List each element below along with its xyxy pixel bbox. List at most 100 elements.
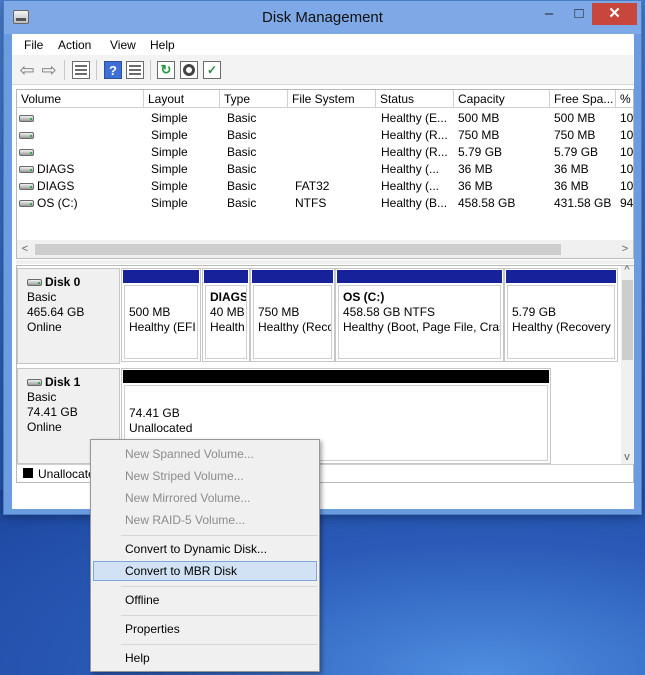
- horizontal-scroll-thumb[interactable]: [35, 244, 561, 255]
- cell-free-space: 500 MB: [554, 111, 596, 125]
- cell-volume: [37, 127, 142, 144]
- vertical-scroll-thumb[interactable]: [622, 280, 633, 360]
- menu-item-new-raid5-volume[interactable]: New RAID-5 Volume...: [93, 510, 317, 530]
- cell-percent-free: 100: [620, 179, 633, 193]
- pane-splitter[interactable]: [16, 260, 634, 264]
- menu-view[interactable]: View: [110, 38, 136, 52]
- menu-item-offline[interactable]: Offline: [93, 590, 317, 610]
- partition-status: Healthy (EFI: [129, 320, 196, 334]
- partition[interactable]: DIAGS 40 MB Health: [202, 268, 250, 362]
- column-capacity[interactable]: Capacity: [454, 90, 550, 108]
- menu-help[interactable]: Help: [150, 38, 175, 52]
- menu-file[interactable]: File: [24, 38, 43, 52]
- partition[interactable]: 750 MB Healthy (Reco: [250, 268, 335, 362]
- toolbar-separator: [150, 60, 151, 80]
- table-row[interactable]: DIAGS Simple Basic FAT32 Healthy (... 36…: [17, 178, 633, 195]
- column-free-space[interactable]: Free Spa...: [550, 90, 616, 108]
- cell-status: Healthy (B...: [381, 196, 448, 210]
- legend-swatch-unallocated: [23, 468, 33, 478]
- menu-separator: [121, 644, 317, 645]
- disk-size: 74.41 GB: [27, 405, 78, 419]
- menu-item-new-striped-volume[interactable]: New Striped Volume...: [93, 466, 317, 486]
- scroll-left-icon[interactable]: <: [17, 240, 33, 258]
- menu-item-properties[interactable]: Properties: [93, 619, 317, 639]
- partition-bar: [337, 270, 502, 283]
- column-percent-free[interactable]: % F: [616, 90, 633, 108]
- cell-free-space: 5.79 GB: [554, 145, 599, 159]
- column-status[interactable]: Status: [376, 90, 454, 108]
- menu-item-new-spanned-volume[interactable]: New Spanned Volume...: [93, 444, 317, 464]
- partition-body: DIAGS 40 MB Health: [205, 285, 247, 359]
- partition[interactable]: 5.79 GB Healthy (Recovery: [504, 268, 618, 362]
- column-layout[interactable]: Layout: [144, 90, 220, 108]
- menu-item-new-mirrored-volume[interactable]: New Mirrored Volume...: [93, 488, 317, 508]
- scroll-down-icon[interactable]: v: [619, 450, 635, 464]
- disk-drive-icon: [27, 379, 42, 386]
- cell-free-space: 431.58 GB: [554, 196, 612, 210]
- table-row[interactable]: Simple Basic Healthy (E... 500 MB 500 MB…: [17, 110, 633, 127]
- menu-action[interactable]: Action: [58, 38, 91, 52]
- cell-type: Basic: [227, 128, 257, 142]
- menu-separator: [121, 535, 317, 536]
- partition-body: 750 MB Healthy (Reco: [253, 285, 332, 359]
- cell-layout: Simple: [151, 128, 188, 142]
- table-row[interactable]: Simple Basic Healthy (R... 750 MB 750 MB…: [17, 127, 633, 144]
- partition[interactable]: 500 MB Healthy (EFI: [121, 268, 201, 362]
- menu-item-help[interactable]: Help: [93, 648, 317, 668]
- scroll-up-icon[interactable]: ^: [619, 263, 635, 277]
- partition-bar: [123, 270, 199, 283]
- column-file-system[interactable]: File System: [288, 90, 376, 108]
- disk-label[interactable]: Disk 0 Basic 465.64 GB Online: [17, 268, 120, 364]
- cell-file-system: NTFS: [295, 196, 327, 210]
- refresh-icon[interactable]: ↻: [157, 61, 175, 79]
- menu-item-convert-to-dynamic-disk[interactable]: Convert to Dynamic Disk...: [93, 539, 317, 559]
- cell-status: Healthy (...: [381, 179, 440, 193]
- cell-capacity: 5.79 GB: [458, 145, 503, 159]
- toolbar-separator: [96, 60, 97, 80]
- table-row[interactable]: Simple Basic Healthy (R... 5.79 GB 5.79 …: [17, 144, 633, 161]
- partition-status: Healthy (Recovery: [512, 320, 611, 334]
- help-icon[interactable]: ?: [104, 61, 122, 79]
- partition[interactable]: OS (C:) 458.58 GB NTFS Healthy (Boot, Pa…: [335, 268, 504, 362]
- properties-icon[interactable]: [180, 61, 198, 79]
- table-row[interactable]: OS (C:) Simple Basic NTFS Healthy (B... …: [17, 195, 633, 212]
- partition-size: 74.41 GB: [129, 406, 180, 420]
- list-view-icon[interactable]: [126, 61, 144, 79]
- cell-status: Healthy (...: [381, 162, 440, 176]
- partition-size: 500 MB: [129, 305, 171, 319]
- cell-status: Healthy (E...: [381, 111, 448, 125]
- cell-type: Basic: [227, 162, 257, 176]
- column-type[interactable]: Type: [220, 90, 288, 108]
- cell-capacity: 750 MB: [458, 128, 500, 142]
- column-volume[interactable]: Volume: [17, 90, 144, 108]
- minimize-button[interactable]: –: [534, 3, 564, 25]
- cell-file-system: FAT32: [295, 179, 330, 193]
- scroll-right-icon[interactable]: >: [617, 240, 633, 258]
- partition-size: 40 MB: [210, 305, 245, 319]
- forward-arrow-icon[interactable]: ⇨: [40, 61, 58, 79]
- menu-separator: [121, 615, 317, 616]
- maximize-button[interactable]: □: [566, 3, 592, 25]
- volume-list-header: Volume Layout Type File System Status Ca…: [17, 90, 633, 108]
- drive-icon: [19, 115, 34, 122]
- partition-bar: [204, 270, 248, 283]
- console-tree-icon[interactable]: [72, 61, 90, 79]
- table-row[interactable]: DIAGS Simple Basic Healthy (... 36 MB 36…: [17, 161, 633, 178]
- cell-type: Basic: [227, 179, 257, 193]
- cell-type: Basic: [227, 145, 257, 159]
- close-button[interactable]: ✕: [592, 3, 637, 25]
- check-disk-icon[interactable]: ✓: [203, 61, 221, 79]
- partition-status: Healthy (Reco: [258, 320, 332, 334]
- vertical-scrollbar[interactable]: ^ v: [619, 263, 635, 464]
- disk-name: Disk 1: [27, 375, 119, 390]
- title-bar[interactable]: Disk Management – □ ✕: [4, 1, 641, 34]
- menu-item-convert-to-mbr-disk[interactable]: Convert to MBR Disk: [93, 561, 317, 581]
- context-menu: New Spanned Volume... New Striped Volume…: [90, 439, 320, 672]
- volume-list: Volume Layout Type File System Status Ca…: [16, 89, 634, 259]
- cell-percent-free: 100: [620, 111, 633, 125]
- back-arrow-icon[interactable]: ⇦: [18, 61, 36, 79]
- partition-size: 5.79 GB: [512, 305, 557, 319]
- partition-bar: [506, 270, 616, 283]
- cell-type: Basic: [227, 111, 257, 125]
- horizontal-scrollbar[interactable]: < >: [17, 240, 633, 258]
